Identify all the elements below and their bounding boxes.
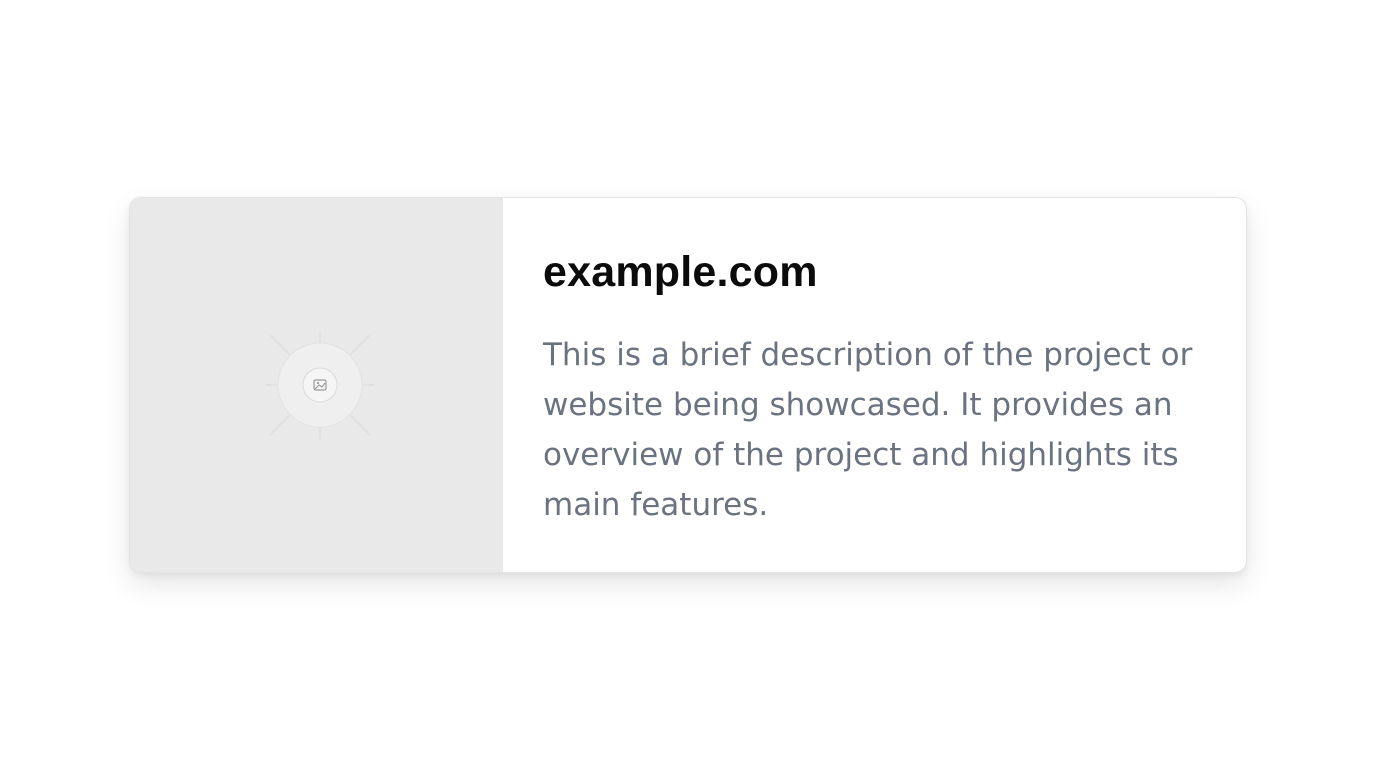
card-content: example.com This is a brief description … (503, 198, 1246, 572)
project-card[interactable]: example.com This is a brief description … (129, 197, 1247, 573)
card-description: This is a brief description of the proje… (543, 337, 1193, 523)
card-title[interactable]: example.com (543, 246, 1206, 298)
image-placeholder-icon (266, 331, 374, 439)
thumbnail-placeholder (130, 198, 503, 572)
